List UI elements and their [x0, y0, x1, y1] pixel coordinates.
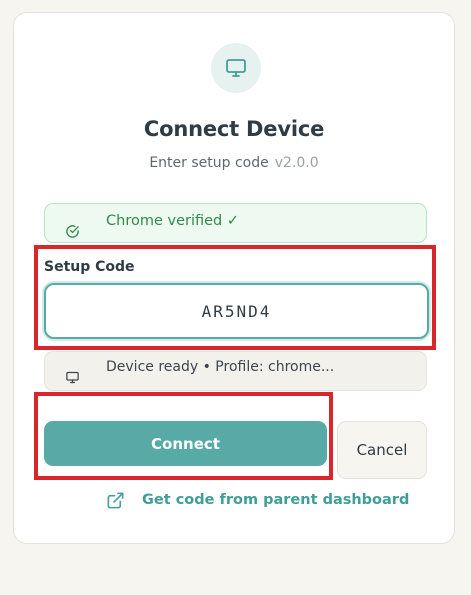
version-label: v2.0.0: [274, 155, 319, 171]
monitor-icon: [66, 371, 79, 384]
device-icon-badge: [211, 43, 261, 93]
cancel-button[interactable]: Cancel: [337, 421, 427, 479]
page-title: Connect Device: [143, 117, 325, 141]
page-subtitle: Enter setup code v2.0.0: [14, 155, 454, 171]
monitor-icon: [226, 59, 246, 77]
chrome-verified-banner: Chrome verified ✓: [44, 203, 427, 243]
connect-button-highlight: [34, 392, 333, 480]
subtitle-text: Enter setup code: [149, 155, 269, 171]
device-ready-status: Device ready • Profile: chrome...: [44, 351, 427, 391]
external-link-icon: [107, 492, 124, 509]
setup-code-highlight: [34, 245, 436, 350]
parent-link-text: Get code from parent dashboard: [142, 492, 410, 508]
device-status-text: Device ready • Profile: chrome...: [106, 359, 335, 375]
check-circle-icon: [66, 225, 79, 238]
verified-text: Chrome verified ✓: [106, 213, 239, 229]
